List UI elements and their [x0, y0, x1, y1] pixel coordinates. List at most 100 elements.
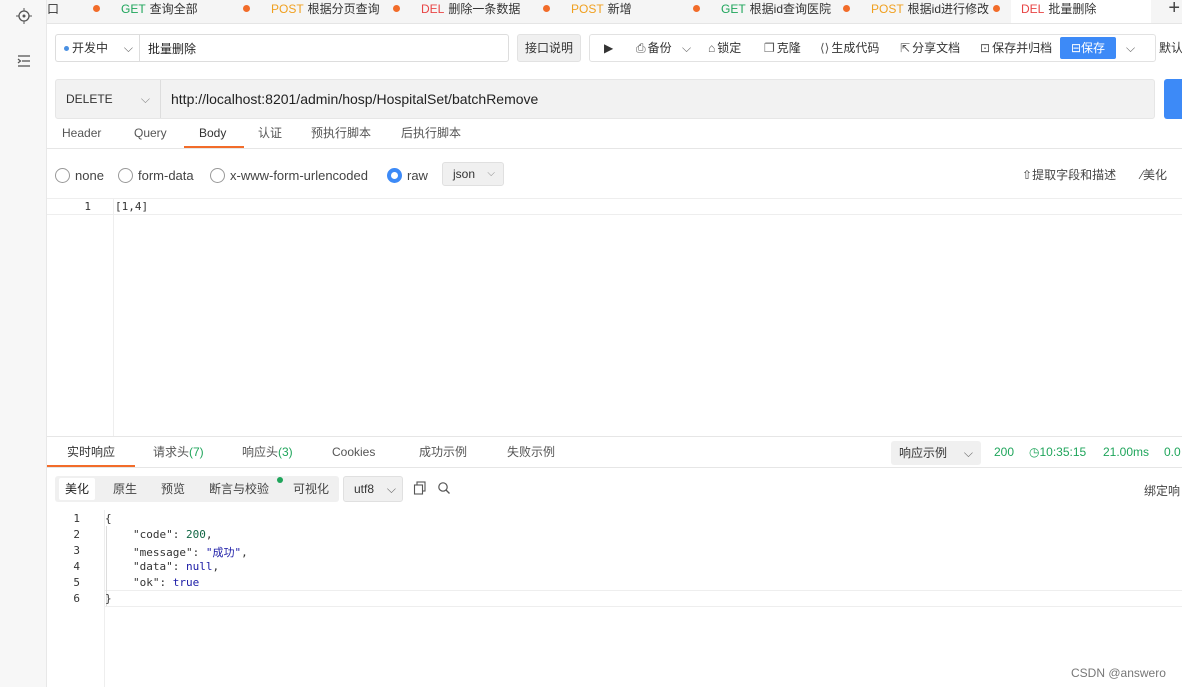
send-button[interactable] [1164, 79, 1182, 119]
radio-label: x-www-form-urlencoded [230, 168, 368, 183]
api-doc-button[interactable]: 接口说明 [517, 34, 581, 62]
tab-resp-headers[interactable]: 响应头(3) [242, 437, 293, 467]
status-dot [64, 46, 69, 52]
api-name-input[interactable] [139, 34, 509, 62]
tab-7[interactable]: DEL 批量删除 [1011, 0, 1151, 23]
backup-button[interactable]: ⎙ 备份 [636, 35, 672, 61]
json-line-ok: "ok": true [133, 576, 200, 589]
tab-name: 查询全部 [149, 2, 198, 16]
upload-icon: ⇧ [1022, 168, 1033, 182]
encoding-label: utf8 [354, 482, 375, 496]
response-toolbar: 美化 原生 预览 断言与校验 可视化 utf8 ⌵ 绑定响 [47, 474, 1182, 504]
encoding-select[interactable]: utf8 ⌵ [343, 476, 403, 502]
radio-circle [55, 168, 70, 184]
tab-5[interactable]: GET 根据id查询医院 [721, 0, 841, 23]
watermark: CSDN @answero [1071, 666, 1166, 680]
response-example-select[interactable]: 响应示例 ⌵ [891, 441, 981, 465]
tab-6[interactable]: POST 根据id进行修改 [871, 0, 1001, 23]
share-icon: ⇱ [900, 41, 911, 55]
tab-pre-script[interactable]: 预执行脚本 [311, 121, 371, 149]
body-editor[interactable]: 1 [1,4] [47, 198, 1182, 437]
view-beautify[interactable]: 美化 [59, 478, 96, 500]
line-number: 4 [73, 560, 80, 573]
target-icon[interactable] [16, 8, 32, 24]
json-value: 200 [186, 528, 206, 541]
url-input[interactable]: http://localhost:8201/admin/hosp/Hospita… [171, 80, 538, 118]
tab-realtime[interactable]: 实时响应 [67, 437, 115, 467]
tab-0[interactable]: 口 [47, 0, 87, 23]
view-raw[interactable]: 原生 [107, 478, 143, 500]
radio-none[interactable]: none [55, 168, 104, 184]
beautify-button[interactable]: ⁄美化 [1141, 166, 1167, 183]
extract-fields-button[interactable]: ⇧提取字段和描述 [1022, 166, 1116, 183]
lock-label: 锁定 [717, 41, 742, 55]
body-type-options: none form-data x-www-form-urlencoded raw… [47, 160, 1182, 190]
save-archive-button[interactable]: ⊡ 保存并归档 [980, 35, 1052, 61]
chevron-down-icon: ⌵ [123, 41, 133, 55]
bind-response-button[interactable]: 绑定响 [1144, 482, 1180, 499]
view-preview[interactable]: 预览 [155, 478, 191, 500]
example-label: 响应示例 [899, 446, 948, 460]
beautify-label: 美化 [1143, 168, 1168, 182]
save-button[interactable]: ⊟保存 [1060, 37, 1116, 59]
view-mode-group: 美化 原生 预览 断言与校验 可视化 [55, 476, 339, 502]
radio-urlencoded[interactable]: x-www-form-urlencoded [210, 168, 368, 184]
json-line-message: "message": "成功", [133, 546, 248, 559]
tab-2[interactable]: POST 根据分页查询 [271, 0, 391, 23]
tab-1[interactable]: GET 查询全部 [121, 0, 241, 23]
request-tabs: Header Query Body 认证 预执行脚本 后执行脚本 [47, 121, 1182, 149]
status-select[interactable]: 开发中 ⌵ [55, 34, 139, 62]
tab-4[interactable]: POST 新增 [571, 0, 691, 23]
search-icon[interactable] [437, 481, 451, 495]
tab-method: POST [571, 2, 604, 16]
tab-method: DEL [421, 2, 445, 16]
unsaved-dot [393, 5, 400, 12]
tab-3[interactable]: DEL 删除一条数据 [421, 0, 541, 23]
left-rail [0, 0, 47, 687]
json-key: "data" [133, 560, 173, 573]
tab-body[interactable]: Body [199, 121, 226, 149]
run-icon[interactable]: ▶ [604, 35, 613, 61]
chevron-down-icon[interactable]: ⌵ [682, 35, 691, 61]
tab-auth[interactable]: 认证 [258, 121, 282, 149]
unsaved-dot [693, 5, 700, 12]
tab-method: DEL [1021, 2, 1045, 16]
view-assert[interactable]: 断言与校验 [203, 478, 275, 500]
add-tab-icon[interactable]: + [1168, 0, 1180, 20]
tab-fail-example[interactable]: 失败示例 [507, 437, 555, 467]
tab-query[interactable]: Query [134, 121, 167, 149]
share-doc-button[interactable]: ⇱ 分享文档 [900, 35, 960, 61]
tab-req-headers[interactable]: 请求头(7) [153, 437, 204, 467]
tab-header[interactable]: Header [62, 121, 101, 149]
json-line-data: "data": null, [133, 560, 220, 573]
response-time: ◷10:35:15 [1029, 437, 1086, 467]
copy-icon[interactable] [413, 481, 427, 495]
json-value: null [186, 560, 213, 573]
outline-icon[interactable] [16, 53, 32, 69]
tab-method: POST [271, 2, 304, 16]
raw-format-select[interactable]: json ⌵ [442, 162, 504, 186]
radio-raw[interactable]: raw [387, 168, 428, 184]
tab-post-script[interactable]: 后执行脚本 [401, 121, 461, 149]
view-visualize[interactable]: 可视化 [287, 478, 335, 500]
code-icon: ⟨⟩ [820, 41, 830, 55]
chevron-down-icon[interactable]: ⌵ [1126, 35, 1135, 61]
tab-success-example[interactable]: 成功示例 [419, 437, 467, 467]
method-select[interactable]: DELETE ⌵ [56, 80, 161, 118]
env-select[interactable]: 默认 [1159, 34, 1182, 62]
active-tab-underline [184, 146, 244, 148]
tab-method: GET [121, 2, 146, 16]
chevron-down-icon: ⌵ [487, 168, 495, 179]
clock-icon: ◷ [1029, 445, 1040, 459]
unsaved-dot [543, 5, 550, 12]
gen-code-button[interactable]: ⟨⟩ 生成代码 [820, 35, 879, 61]
tab-method: GET [721, 2, 746, 16]
clone-button[interactable]: ❐ 克隆 [764, 35, 801, 61]
json-key: "ok" [133, 576, 160, 589]
current-line-highlight [47, 199, 1182, 215]
tab-label: 响应头 [242, 445, 279, 459]
tab-cookies[interactable]: Cookies [332, 437, 375, 467]
lock-button[interactable]: ⌂ 锁定 [708, 35, 741, 61]
line-number: 6 [73, 592, 80, 605]
radio-form-data[interactable]: form-data [118, 168, 194, 184]
